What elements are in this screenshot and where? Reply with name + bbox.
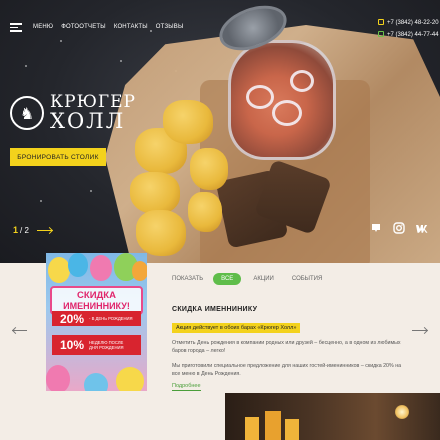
nav-item-menu[interactable]: МЕНЮ — [33, 24, 53, 30]
slider-pager: 1 / 2 — [13, 225, 53, 235]
news-prev-arrow-icon[interactable] — [12, 325, 28, 335]
lamp — [285, 419, 299, 440]
instagram-icon[interactable] — [392, 222, 406, 234]
news-paragraph-1: Отметить День рождения в компании родных… — [172, 340, 401, 354]
promo-title-line1: СКИДКА — [77, 289, 116, 301]
phone-icon — [378, 19, 384, 25]
site-logo[interactable]: ♞ КРЮГЕР ХОЛЛ — [10, 94, 136, 132]
news-title: СКИДКА ИМЕННИНИКУ — [172, 306, 258, 313]
vk-icon[interactable] — [414, 222, 430, 234]
tab-all[interactable]: ВСЕ — [213, 273, 242, 285]
promo-image[interactable]: СКИДКА ИМЕНИННИКУ! 20% - В ДЕНЬ РОЖДЕНИЯ… — [46, 253, 147, 391]
balloon — [132, 261, 147, 281]
phone-number: +7 (3842) 48-22-20 — [387, 20, 439, 26]
decor-speck — [25, 65, 27, 67]
news-filter: ПОКАЗАТЬ ВСЕ АКЦИИ СОБЫТИЯ — [172, 273, 340, 285]
promo-row-10: 10% НЕДЕЛЮ ПОСЛЕ ДНЯ РОЖДЕНИЯ — [52, 335, 141, 355]
phone-list: +7 (3842) 48-22-20 +7 (3842) 44-77-44 — [378, 17, 439, 41]
promo-row2-note-2: ДНЯ РОЖДЕНИЯ — [89, 345, 124, 350]
page: МЕНЮ ФОТООТЧЕТЫ КОНТАКТЫ ОТЗЫВЫ +7 (3842… — [0, 0, 440, 440]
hero-banner: МЕНЮ ФОТООТЧЕТЫ КОНТАКТЫ ОТЗЫВЫ +7 (3842… — [0, 0, 440, 263]
nav-item-photo-reports[interactable]: ФОТООТЧЕТЫ — [61, 24, 106, 30]
book-table-button[interactable]: БРОНИРОВАТЬ СТОЛИК — [10, 148, 106, 166]
top-nav: МЕНЮ ФОТООТЧЕТЫ КОНТАКТЫ ОТЗЫВЫ — [33, 24, 184, 30]
balloon — [116, 367, 144, 391]
tab-actions[interactable]: АКЦИИ — [253, 276, 274, 282]
balloon — [90, 255, 112, 281]
balloon — [46, 365, 70, 391]
promo-discount-10: 10% — [60, 338, 85, 352]
promo-row1-note: - В ДЕНЬ РОЖДЕНИЯ — [89, 316, 133, 321]
news-paragraph-2: Мы приготовили специальное предложение д… — [172, 363, 402, 377]
news-tag: Акция действует в обоих барах «Крюгер Хо… — [172, 323, 301, 333]
nav-item-reviews[interactable]: ОТЗЫВЫ — [156, 24, 184, 30]
promo-discount-20: 20% — [60, 311, 85, 326]
onion-ring — [290, 70, 314, 92]
menu-burger-button[interactable] — [10, 23, 22, 32]
balloon — [48, 257, 70, 283]
decor-speck — [90, 190, 92, 192]
potato — [188, 192, 222, 232]
decor-speck — [60, 40, 62, 42]
news-more-link[interactable]: Подробнее — [172, 383, 201, 391]
filter-label: ПОКАЗАТЬ — [172, 276, 204, 282]
lamp — [245, 417, 259, 440]
phone-row[interactable]: +7 (3842) 48-22-20 — [378, 17, 439, 29]
slider-next-arrow-icon[interactable] — [36, 226, 53, 234]
slider-current: 1 — [13, 225, 19, 235]
decor-speck — [40, 200, 42, 202]
promo-row-20: 20% - В ДЕНЬ РОЖДЕНИЯ — [52, 311, 141, 326]
decor-speck — [150, 30, 152, 32]
ceiling-light — [395, 405, 409, 419]
promo-title-line2: ИМЕНИННИКУ! — [63, 300, 130, 311]
lamp — [265, 411, 281, 440]
nav-item-contacts[interactable]: КОНТАКТЫ — [114, 24, 148, 30]
logo-emblem-icon: ♞ — [10, 96, 44, 130]
interior-photo — [225, 393, 440, 440]
onion-ring — [246, 85, 274, 109]
potato — [130, 172, 180, 214]
potato — [190, 148, 228, 190]
potato — [163, 100, 213, 144]
tab-events[interactable]: СОБЫТИЯ — [292, 276, 322, 282]
decor-speck — [120, 60, 122, 62]
phone-number: +7 (3842) 44-77-44 — [387, 32, 439, 38]
slider-total: / 2 — [20, 225, 29, 235]
phone-row[interactable]: +7 (3842) 44-77-44 — [378, 29, 439, 41]
onion-ring — [272, 100, 302, 126]
phone-icon — [378, 31, 384, 37]
tripadvisor-icon[interactable] — [370, 222, 382, 234]
balloon — [68, 253, 88, 277]
potato — [136, 210, 186, 256]
balloon — [84, 373, 108, 391]
logo-line2: ХОЛЛ — [50, 109, 126, 133]
news-next-arrow-icon[interactable] — [412, 325, 428, 335]
